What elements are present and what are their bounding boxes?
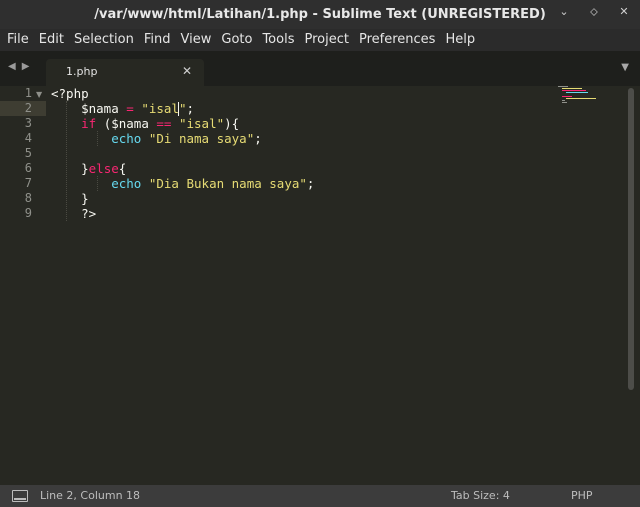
line-number: 9 bbox=[24, 206, 32, 220]
restore-icon[interactable]: ⬦ bbox=[588, 6, 600, 18]
close-window-icon[interactable]: ✕ bbox=[618, 6, 630, 18]
code-text[interactable]: <?php $nama = "isal"; if ($nama == "isal… bbox=[51, 86, 314, 221]
tab-label: 1.php bbox=[66, 65, 98, 78]
syntax-selector[interactable]: PHP bbox=[571, 489, 593, 502]
code-line[interactable]: } bbox=[51, 191, 314, 206]
line-number: 2 bbox=[24, 101, 32, 115]
line-gutter: 1 ▼ 2 3 4 5 6 7 8 9 bbox=[0, 86, 46, 485]
code-line[interactable]: ?> bbox=[51, 206, 314, 221]
fold-arrow-icon[interactable]: ▼ bbox=[36, 90, 42, 99]
menu-find[interactable]: Find bbox=[139, 29, 176, 51]
menu-file[interactable]: File bbox=[2, 29, 34, 51]
line-number: 7 bbox=[24, 176, 32, 190]
tab-list-dropdown-icon[interactable]: ▼ bbox=[621, 62, 629, 73]
menu-project[interactable]: Project bbox=[299, 29, 353, 51]
line-number: 8 bbox=[24, 191, 32, 205]
code-line[interactable]: echo "Di nama saya"; bbox=[51, 131, 314, 146]
window-title: /var/www/html/Latihan/1.php - Sublime Te… bbox=[94, 7, 546, 22]
code-line[interactable] bbox=[51, 146, 314, 161]
line-number: 1 bbox=[24, 86, 32, 100]
line-number: 6 bbox=[24, 161, 32, 175]
tab-nav-arrows-icon[interactable]: ◀▶ bbox=[8, 61, 35, 72]
line-number: 3 bbox=[24, 116, 32, 130]
code-line[interactable]: <?php bbox=[51, 86, 314, 101]
menu-view[interactable]: View bbox=[176, 29, 217, 51]
tab-size-selector[interactable]: Tab Size: 4 bbox=[451, 489, 510, 502]
editor-pane[interactable]: 1 ▼ 2 3 4 5 6 7 8 9 <?php $nama = "isal"… bbox=[0, 86, 640, 485]
code-line[interactable]: if ($nama == "isal"){ bbox=[51, 116, 314, 131]
title-bar: /var/www/html/Latihan/1.php - Sublime Te… bbox=[0, 0, 640, 29]
menu-help[interactable]: Help bbox=[440, 29, 480, 51]
tab-1-php[interactable]: 1.php ✕ bbox=[46, 59, 204, 86]
code-line[interactable]: echo "Dia Bukan nama saya"; bbox=[51, 176, 314, 191]
vertical-scrollbar[interactable] bbox=[628, 88, 634, 390]
window-controls: ⌄ ⬦ ✕ bbox=[558, 6, 630, 18]
menu-goto[interactable]: Goto bbox=[216, 29, 257, 51]
line-number: 4 bbox=[24, 131, 32, 145]
code-line[interactable]: $nama = "isal"; bbox=[51, 101, 314, 116]
menu-tools[interactable]: Tools bbox=[257, 29, 299, 51]
panel-toggle-icon[interactable] bbox=[12, 490, 28, 502]
menu-edit[interactable]: Edit bbox=[34, 29, 69, 51]
code-line[interactable]: }else{ bbox=[51, 161, 314, 176]
menu-bar: File Edit Selection Find View Goto Tools… bbox=[0, 29, 640, 51]
cursor-position: Line 2, Column 18 bbox=[40, 489, 141, 502]
status-bar: Line 2, Column 18 Tab Size: 4 PHP bbox=[0, 485, 640, 507]
minimize-icon[interactable]: ⌄ bbox=[558, 6, 570, 18]
minimap[interactable] bbox=[558, 86, 628, 106]
menu-selection[interactable]: Selection bbox=[69, 29, 139, 51]
text-cursor bbox=[178, 102, 180, 116]
menu-preferences[interactable]: Preferences bbox=[354, 29, 440, 51]
line-number: 5 bbox=[24, 146, 32, 160]
tab-close-icon[interactable]: ✕ bbox=[182, 64, 192, 78]
tab-bar: ◀▶ 1.php ✕ ▼ bbox=[0, 51, 640, 86]
